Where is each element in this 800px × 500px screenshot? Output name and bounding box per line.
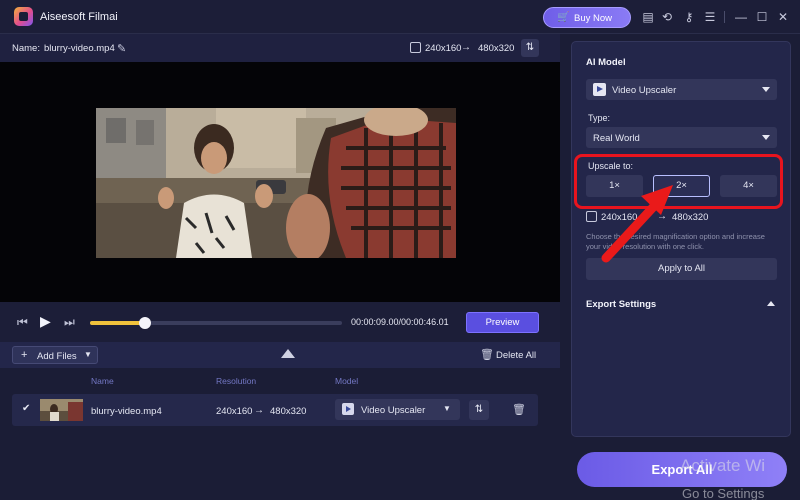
check-icon[interactable]: ✔ [22,403,30,414]
type-select[interactable]: Real World [586,127,777,148]
preview-button[interactable]: Preview [466,312,539,333]
output-source-resolution: 240x160 [601,212,638,223]
chevron-down-icon[interactable]: ▼ [84,350,92,359]
video-upscaler-icon [593,83,606,96]
ai-model-title: AI Model [586,57,626,68]
close-icon[interactable]: ✕ [775,9,791,25]
scale-2x-button[interactable]: 2× [653,175,710,197]
type-label: Type: [588,113,611,123]
trash-icon[interactable]: 🗑 [480,348,494,361]
type-value: Real World [593,133,640,144]
chevron-down-icon: ▼ [443,404,451,413]
ai-model-select[interactable]: Video Upscaler [586,79,777,100]
video-upscaler-icon [342,403,354,415]
minimize-icon[interactable]: — [733,9,749,25]
file-source-resolution: 240x160 [216,406,253,417]
arrow-icon: → [461,42,471,53]
add-files-label: Add Files [37,351,77,362]
apply-to-all-button[interactable]: Apply to All [586,258,777,280]
video-thumbnail [40,399,83,421]
edit-icon[interactable]: ✎ [117,42,126,55]
buy-now-label: Buy Now [574,13,613,24]
caret-down-icon [762,135,770,140]
name-label: Name: [12,43,40,54]
timecode: 00:00:09.00/00:00:46.01 [351,317,449,327]
feedback-icon[interactable]: ▤ [640,9,656,25]
delete-all-button[interactable]: Delete All [496,350,536,361]
compare-button[interactable]: ⇅ [521,39,539,57]
model-select-label: Video Upscaler [361,405,426,416]
column-name: Name [91,376,114,386]
skip-forward-icon[interactable]: ⏭ [64,315,75,330]
arrow-icon: → [657,211,667,222]
progress-slider[interactable] [90,317,342,329]
resolution-icon [410,42,421,53]
title-bar: Aiseesoft Filmai 🛒 Buy Now ▤ ⟲ ⚷ ☰ — ☐ ✕ [0,0,800,34]
scale-1x-button[interactable]: 1× [586,175,643,197]
target-resolution: 480x320 [478,43,515,54]
app-title: Aiseesoft Filmai [40,11,118,23]
app-logo-icon [14,7,33,26]
video-info-bar: Name: blurry-video.mp4 ✎ 240x160 → 480x3… [0,34,560,62]
collapse-icon[interactable] [281,349,295,358]
video-filename: blurry-video.mp4 [44,43,115,54]
resolution-icon [586,211,597,222]
file-toolbar: + Add Files ▼ 🗑 Delete All [0,342,560,368]
trash-icon[interactable]: 🗑 [512,403,526,416]
column-model: Model [335,376,359,386]
source-resolution: 240x160 [425,43,462,54]
file-row[interactable]: ✔ blurry-video.mp4 240x160 → 480x320 Vid… [12,394,538,426]
activation-watermark-settings: Go to Settings [682,486,765,500]
file-target-resolution: 480x320 [270,406,307,417]
cart-icon: 🛒 [557,12,570,23]
file-name: blurry-video.mp4 [91,406,162,417]
buy-now-button[interactable]: 🛒 Buy Now [543,7,631,28]
progress-knob[interactable] [139,317,152,329]
upscale-label: Upscale to: [588,161,634,171]
scale-4x-button[interactable]: 4× [720,175,777,197]
player-controls: ⏮ ▶ ⏭ 00:00:09.00/00:00:46.01 Preview [0,302,560,342]
video-frame [96,108,456,258]
export-settings-title: Export Settings [586,299,657,310]
model-select[interactable]: Video Upscaler ▼ [335,399,460,420]
column-resolution: Resolution [216,376,257,386]
settings-panel: AI Model Video Upscaler Type: Real World… [571,41,791,437]
caret-up-icon[interactable] [767,301,775,306]
arrow-icon: → [254,405,264,416]
ai-model-value: Video Upscaler [612,85,677,96]
skip-back-icon[interactable]: ⏮ [17,315,28,330]
caret-down-icon [762,87,770,92]
play-icon[interactable]: ▶ [40,313,51,330]
video-preview [0,62,560,302]
divider [724,11,725,23]
activation-watermark: Activate Wi [680,456,766,475]
maximize-icon[interactable]: ☐ [754,9,770,25]
output-target-resolution: 480x320 [672,212,709,223]
history-icon[interactable]: ⟲ [659,9,675,25]
plus-icon: + [21,349,28,361]
key-icon[interactable]: ⚷ [681,9,697,25]
file-list-header: Name Resolution Model [0,368,560,392]
progress-fill [90,321,146,325]
add-files-button[interactable]: + Add Files ▼ [12,346,98,364]
upscale-hint: Choose the desired magnification option … [586,232,765,251]
compare-button[interactable]: ⇅ [469,400,489,420]
menu-icon[interactable]: ☰ [702,9,718,25]
video-still [96,108,456,258]
